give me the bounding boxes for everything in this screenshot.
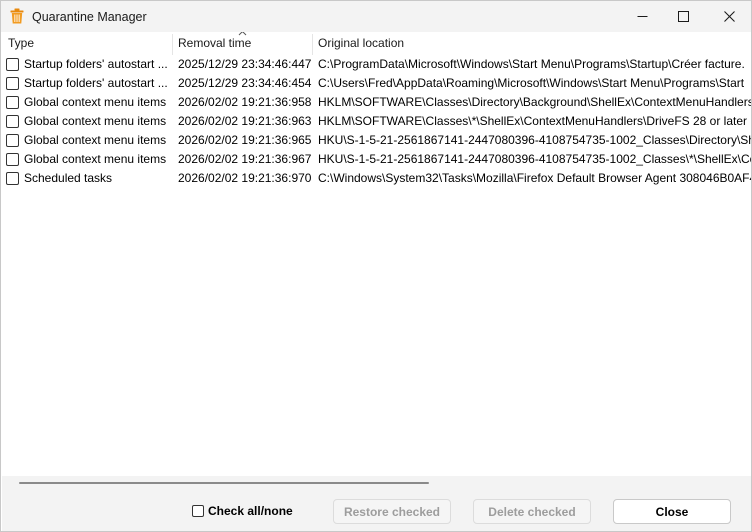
column-header-original-location[interactable]: Original location bbox=[312, 32, 751, 55]
row-type: Startup folders' autostart ... bbox=[24, 57, 168, 71]
row-original-location: C:\Users\Fred\AppData\Roaming\Microsoft\… bbox=[318, 76, 745, 90]
row-checkbox[interactable] bbox=[6, 153, 19, 166]
quarantine-list[interactable]: Type Removal time Original location Star… bbox=[2, 32, 751, 476]
table-row[interactable]: Global context menu items 2026/02/02 19:… bbox=[2, 93, 751, 112]
window-title: Quarantine Manager bbox=[32, 10, 147, 24]
table-row[interactable]: Startup folders' autostart ... 2025/12/2… bbox=[2, 55, 751, 74]
table-row[interactable]: Global context menu items 2026/02/02 19:… bbox=[2, 150, 751, 169]
list-header: Type Removal time Original location bbox=[2, 32, 751, 55]
table-row[interactable]: Startup folders' autostart ... 2025/12/2… bbox=[2, 74, 751, 93]
row-removal-time: 2025/12/29 23:34:46:454 bbox=[178, 76, 312, 90]
row-checkbox[interactable] bbox=[6, 134, 19, 147]
row-checkbox[interactable] bbox=[6, 77, 19, 90]
maximize-icon bbox=[677, 11, 689, 22]
check-all-label[interactable]: Check all/none bbox=[208, 504, 293, 518]
row-original-location: HKLM\SOFTWARE\Classes\*\ShellEx\ContextM… bbox=[318, 114, 748, 128]
row-checkbox[interactable] bbox=[6, 115, 19, 128]
row-removal-time: 2026/02/02 19:21:36:970 bbox=[178, 171, 312, 185]
table-row[interactable]: Global context menu items 2026/02/02 19:… bbox=[2, 131, 751, 150]
table-row[interactable]: Global context menu items 2026/02/02 19:… bbox=[2, 112, 751, 131]
row-removal-time: 2026/02/02 19:21:36:963 bbox=[178, 114, 312, 128]
trash-bin-icon bbox=[10, 8, 24, 24]
quarantine-manager-window: Quarantine Manager Type Removal time Ori… bbox=[0, 0, 752, 532]
row-original-location: C:\ProgramData\Microsoft\Windows\Start M… bbox=[318, 57, 745, 71]
row-removal-time: 2026/02/02 19:21:36:967 bbox=[178, 152, 312, 166]
list-rows: Startup folders' autostart ... 2025/12/2… bbox=[2, 55, 751, 188]
minimize-icon bbox=[637, 16, 647, 17]
row-checkbox[interactable] bbox=[6, 172, 19, 185]
row-original-location: HKU\S-1-5-21-2561867141-2447080396-41087… bbox=[318, 152, 751, 166]
footer-bar: Check all/none Restore checked Delete ch… bbox=[2, 490, 751, 531]
close-icon bbox=[723, 11, 735, 22]
row-original-location: C:\Windows\System32\Tasks\Mozilla\Firefo… bbox=[318, 171, 751, 185]
row-checkbox[interactable] bbox=[6, 58, 19, 71]
close-button[interactable]: Close bbox=[613, 499, 731, 524]
minimize-button[interactable] bbox=[619, 1, 665, 32]
table-row[interactable]: Scheduled tasks 2026/02/02 19:21:36:970 … bbox=[2, 169, 751, 188]
scrollbar-thumb[interactable] bbox=[19, 482, 429, 484]
close-window-button[interactable] bbox=[706, 1, 751, 32]
horizontal-scrollbar[interactable] bbox=[2, 476, 751, 490]
row-removal-time: 2026/02/02 19:21:36:958 bbox=[178, 95, 312, 109]
delete-checked-button[interactable]: Delete checked bbox=[473, 499, 591, 524]
row-type: Global context menu items bbox=[24, 133, 167, 147]
row-original-location: HKLM\SOFTWARE\Classes\Directory\Backgrou… bbox=[318, 95, 751, 109]
sort-ascending-icon bbox=[238, 32, 247, 36]
row-type: Global context menu items bbox=[24, 152, 167, 166]
row-type: Global context menu items bbox=[24, 114, 167, 128]
maximize-button[interactable] bbox=[660, 1, 706, 32]
row-type: Scheduled tasks bbox=[24, 171, 113, 185]
row-checkbox[interactable] bbox=[6, 96, 19, 109]
row-type: Startup folders' autostart ... bbox=[24, 76, 168, 90]
row-removal-time: 2025/12/29 23:34:46:447 bbox=[178, 57, 312, 71]
column-header-type[interactable]: Type bbox=[2, 32, 172, 55]
row-type: Global context menu items bbox=[24, 95, 167, 109]
check-all-checkbox[interactable] bbox=[192, 505, 204, 517]
restore-checked-button[interactable]: Restore checked bbox=[333, 499, 451, 524]
row-original-location: HKU\S-1-5-21-2561867141-2447080396-41087… bbox=[318, 133, 751, 147]
row-removal-time: 2026/02/02 19:21:36:965 bbox=[178, 133, 312, 147]
title-bar[interactable]: Quarantine Manager bbox=[1, 1, 751, 32]
